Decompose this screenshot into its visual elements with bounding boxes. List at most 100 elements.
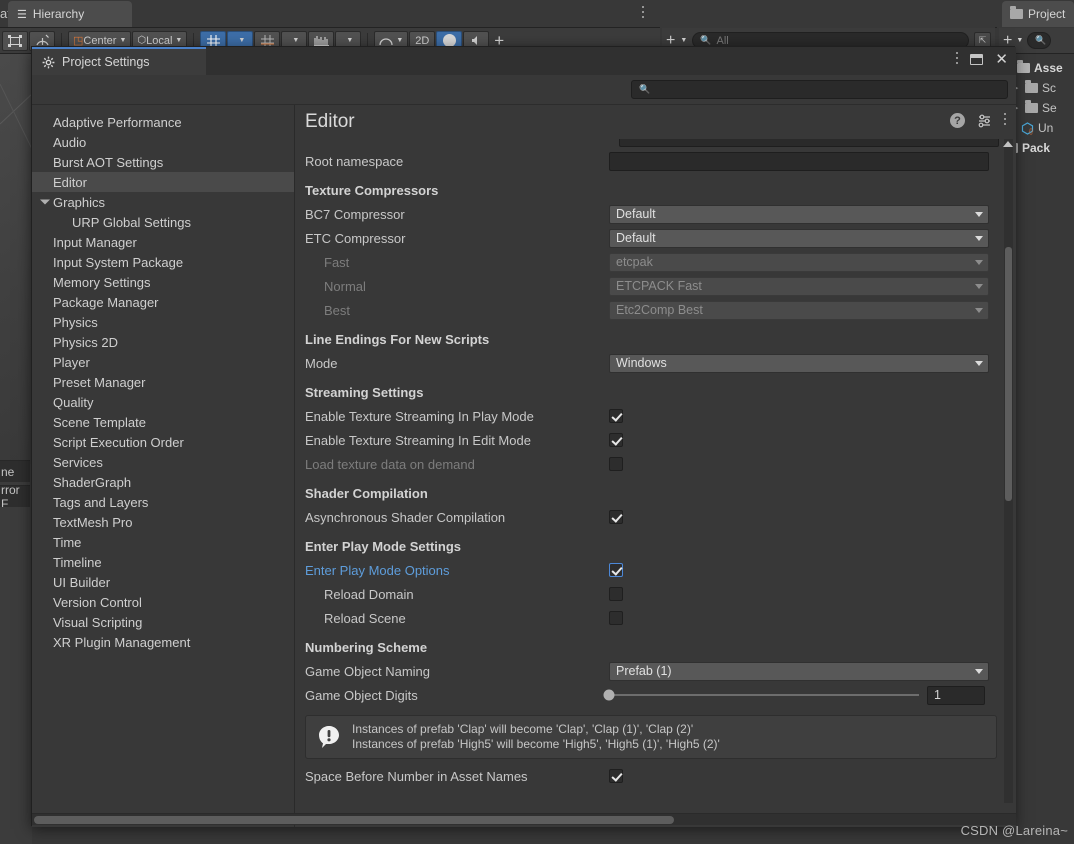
- sidebar-item-label: Tags and Layers: [53, 494, 149, 510]
- bc7-compressor-dropdown[interactable]: Default: [609, 204, 989, 224]
- sidebar-item-burst-aot-settings[interactable]: Burst AOT Settings: [32, 152, 294, 172]
- chevron-down-icon[interactable]: ▼: [1016, 37, 1023, 44]
- row-async-shader-compilation: Asynchronous Shader Compilation: [295, 505, 1016, 529]
- sidebar-item-memory-settings[interactable]: Memory Settings: [32, 272, 294, 292]
- restore-icon[interactable]: [970, 54, 984, 65]
- sidebar-item-time[interactable]: Time: [32, 532, 294, 552]
- sidebar-item-player[interactable]: Player: [32, 352, 294, 372]
- mode-value: Windows: [616, 356, 667, 370]
- reload-scene-label: Reload Scene: [324, 610, 406, 626]
- chevron-down-icon[interactable]: ▼: [680, 37, 687, 44]
- horizontal-scrollbar-thumb[interactable]: [34, 816, 674, 824]
- space-before-number-label: Space Before Number in Asset Names: [305, 768, 528, 784]
- tab-project[interactable]: Project: [1002, 1, 1074, 27]
- kebab-menu-icon[interactable]: [956, 52, 959, 67]
- folder-icon: [1025, 100, 1038, 113]
- tab-hierarchy[interactable]: ☰ Hierarchy: [8, 1, 132, 27]
- sidebar-item-input-system-package[interactable]: Input System Package: [32, 252, 294, 272]
- section-shader-compilation: Shader Compilation: [305, 486, 428, 501]
- sidebar-item-label: Package Manager: [53, 294, 159, 310]
- etc-compressor-dropdown[interactable]: Default: [609, 228, 989, 248]
- page-title: Editor: [305, 111, 355, 132]
- chevron-down-icon: [975, 307, 983, 313]
- sidebar-item-label: Time: [53, 534, 82, 550]
- project-search-input[interactable]: 🔍: [1027, 32, 1052, 49]
- kebab-menu-icon[interactable]: [1004, 113, 1006, 128]
- sidebar-item-preset-manager[interactable]: Preset Manager: [32, 372, 294, 392]
- slider-handle[interactable]: [603, 689, 615, 701]
- close-icon[interactable]: ✕: [995, 52, 1008, 67]
- sidebar-item-version-control[interactable]: Version Control: [32, 592, 294, 612]
- row-space-before-number: Space Before Number in Asset Names: [295, 764, 1016, 788]
- handle-icon: ⬡: [137, 35, 147, 46]
- settings-search-input[interactable]: 🔍: [631, 80, 1008, 99]
- space-before-number-checkbox[interactable]: [609, 769, 623, 783]
- chevron-down-icon[interactable]: [40, 199, 50, 205]
- mode-dropdown[interactable]: Windows: [609, 353, 989, 373]
- window-horizontal-scrollbar[interactable]: [32, 813, 1016, 825]
- etc-fast-label: Fast: [324, 254, 350, 270]
- load-texture-on-demand-checkbox[interactable]: [609, 457, 623, 471]
- sidebar-item-visual-scripting[interactable]: Visual Scripting: [32, 612, 294, 632]
- sidebar-item-scene-template[interactable]: Scene Template: [32, 412, 294, 432]
- texture-streaming-play-checkbox[interactable]: [609, 409, 623, 423]
- texture-streaming-edit-checkbox[interactable]: [609, 433, 623, 447]
- sidebar-item-graphics[interactable]: Graphics: [32, 192, 294, 212]
- search-icon: 🔍: [700, 35, 712, 45]
- settings-content: Editor ? Root namespace Texture Compress…: [295, 105, 1016, 827]
- kebab-menu-icon[interactable]: [636, 6, 650, 22]
- sidebar-item-ui-builder[interactable]: UI Builder: [32, 572, 294, 592]
- folder-open-icon: [1017, 60, 1030, 73]
- enter-play-mode-options-checkbox[interactable]: [609, 563, 623, 577]
- row-root-namespace: Root namespace: [295, 149, 1016, 173]
- sidebar-item-quality[interactable]: Quality: [32, 392, 294, 412]
- chevron-down-icon: ▼: [119, 37, 127, 44]
- sidebar-item-services[interactable]: Services: [32, 452, 294, 472]
- reload-domain-checkbox[interactable]: [609, 587, 623, 601]
- sidebar-item-tags-and-layers[interactable]: Tags and Layers: [32, 492, 294, 512]
- reload-scene-checkbox[interactable]: [609, 611, 623, 625]
- sidebar-item-xr-plugin-management[interactable]: XR Plugin Management: [32, 632, 294, 652]
- sidebar-item-audio[interactable]: Audio: [32, 132, 294, 152]
- sidebar-item-package-manager[interactable]: Package Manager: [32, 292, 294, 312]
- game-object-naming-dropdown[interactable]: Prefab (1): [609, 661, 989, 681]
- game-object-naming-value: Prefab (1): [616, 664, 672, 678]
- etc-best-label: Best: [324, 302, 351, 318]
- content-scrollbar-thumb[interactable]: [1005, 247, 1012, 501]
- sidebar-item-input-manager[interactable]: Input Manager: [32, 232, 294, 252]
- row-line-ending-mode: Mode Windows: [295, 351, 1016, 375]
- game-object-digits-input[interactable]: 1: [927, 685, 985, 705]
- enter-play-mode-options-link[interactable]: Enter Play Mode Options: [295, 563, 609, 578]
- helpbox-line-2: Instances of prefab 'High5' will become …: [352, 737, 720, 751]
- sidebar-item-timeline[interactable]: Timeline: [32, 552, 294, 572]
- row-etc-normal: Normal ETCPACK Fast: [295, 274, 1016, 298]
- game-object-digits-slider[interactable]: [603, 689, 919, 701]
- sidebar-item-textmesh-pro[interactable]: TextMesh Pro: [32, 512, 294, 532]
- sidebar-item-urp-global-settings[interactable]: URP Global Settings: [32, 212, 294, 232]
- tab-project-settings[interactable]: Project Settings: [32, 47, 206, 75]
- settings-scroll-area[interactable]: Root namespace Texture Compressors BC7 C…: [295, 139, 1016, 827]
- texture-streaming-play-label: Enable Texture Streaming In Play Mode: [305, 408, 534, 424]
- sidebar-item-label: Services: [53, 454, 103, 470]
- sidebar-item-physics[interactable]: Physics: [32, 312, 294, 332]
- sidebar-item-physics-2d[interactable]: Physics 2D: [32, 332, 294, 352]
- async-shader-compilation-checkbox[interactable]: [609, 510, 623, 524]
- help-icon[interactable]: ?: [950, 113, 965, 128]
- clipped-row-field[interactable]: [619, 139, 999, 147]
- content-scrollbar-track[interactable]: [1004, 139, 1013, 803]
- sidebar-item-script-execution-order[interactable]: Script Execution Order: [32, 432, 294, 452]
- scroll-up-arrow[interactable]: [1003, 141, 1013, 147]
- root-namespace-input[interactable]: [609, 151, 989, 171]
- rect-transform-icon[interactable]: [2, 30, 28, 51]
- etc-fast-dropdown: etcpak: [609, 252, 989, 272]
- game-object-digits-label: Game Object Digits: [305, 687, 418, 703]
- sidebar-item-shadergraph[interactable]: ShaderGraph: [32, 472, 294, 492]
- load-texture-on-demand-label: Load texture data on demand: [305, 456, 475, 472]
- sidebar-item-label: URP Global Settings: [72, 214, 191, 230]
- settings-sidebar: Adaptive Performance Audio Burst AOT Set…: [32, 105, 295, 827]
- section-enter-play-mode: Enter Play Mode Settings: [305, 539, 462, 554]
- sidebar-item-editor[interactable]: Editor: [32, 172, 294, 192]
- sidebar-item-label: Player: [53, 354, 90, 370]
- preset-icon[interactable]: [977, 114, 992, 128]
- sidebar-item-adaptive-performance[interactable]: Adaptive Performance: [32, 112, 294, 132]
